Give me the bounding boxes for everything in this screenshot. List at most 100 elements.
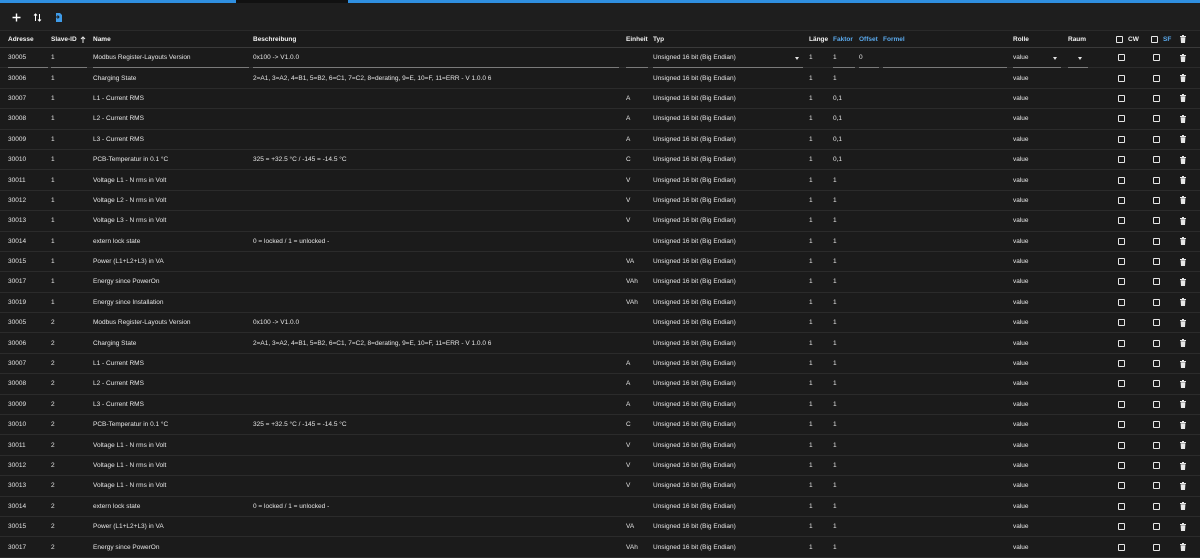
name-cell[interactable]: PCB-Temperatur in 0.1 °C xyxy=(93,415,249,434)
delete-row-button[interactable] xyxy=(1178,374,1188,393)
unit-cell[interactable]: V xyxy=(626,211,648,230)
description-cell[interactable] xyxy=(253,476,619,495)
name-cell[interactable]: Power (L1+L2+L3) in VA xyxy=(93,252,249,271)
delete-row-button[interactable] xyxy=(1178,476,1188,495)
offset-cell[interactable] xyxy=(859,68,879,87)
role-select[interactable]: value xyxy=(1013,456,1061,475)
length-cell[interactable]: 1 xyxy=(809,374,829,393)
address-cell[interactable]: 30019 xyxy=(8,293,48,312)
offset-cell[interactable] xyxy=(859,435,879,454)
description-cell[interactable] xyxy=(253,109,619,128)
name-cell[interactable]: Modbus Register-Layouts Version xyxy=(93,48,249,69)
description-cell[interactable] xyxy=(253,252,619,271)
sf-checkbox[interactable] xyxy=(1152,74,1160,82)
room-select[interactable] xyxy=(1068,374,1088,393)
room-select[interactable] xyxy=(1068,252,1088,271)
col-rolle[interactable]: Rolle xyxy=(1013,31,1061,47)
unit-cell[interactable] xyxy=(626,333,648,352)
type-select[interactable]: Unsigned 16 bit (Big Endian) xyxy=(653,211,803,230)
room-select[interactable] xyxy=(1068,395,1088,414)
description-cell[interactable] xyxy=(253,537,619,556)
length-cell[interactable]: 1 xyxy=(809,191,829,210)
role-select[interactable]: value xyxy=(1013,537,1061,556)
formula-cell[interactable] xyxy=(883,232,1007,251)
formula-cell[interactable] xyxy=(883,272,1007,291)
slave-id-cell[interactable]: 2 xyxy=(51,435,87,454)
name-cell[interactable]: L2 - Current RMS xyxy=(93,374,249,393)
name-cell[interactable]: Energy since PowerOn xyxy=(93,537,249,556)
delete-row-button[interactable] xyxy=(1178,68,1188,87)
name-cell[interactable]: L1 - Current RMS xyxy=(93,354,249,373)
description-cell[interactable] xyxy=(253,374,619,393)
description-cell[interactable]: 0 = locked / 1 = unlocked - xyxy=(253,497,619,516)
cw-checkbox[interactable] xyxy=(1117,156,1125,164)
length-cell[interactable]: 1 xyxy=(809,170,829,189)
room-select[interactable] xyxy=(1068,130,1088,149)
factor-cell[interactable]: 1 xyxy=(833,272,855,291)
name-cell[interactable]: Charging State xyxy=(93,333,249,352)
role-select[interactable]: value xyxy=(1013,272,1061,291)
col-raum[interactable]: Raum xyxy=(1068,31,1088,47)
slave-id-cell[interactable]: 1 xyxy=(51,272,87,291)
type-select[interactable]: Unsigned 16 bit (Big Endian) xyxy=(653,170,803,189)
type-select[interactable]: Unsigned 16 bit (Big Endian) xyxy=(653,109,803,128)
name-cell[interactable]: L3 - Current RMS xyxy=(93,395,249,414)
sf-checkbox[interactable] xyxy=(1152,360,1160,368)
sf-checkbox[interactable] xyxy=(1152,94,1160,102)
select-all-sf-checkbox[interactable] xyxy=(1151,35,1158,43)
sf-checkbox[interactable] xyxy=(1152,115,1160,123)
sf-checkbox[interactable] xyxy=(1152,237,1160,245)
add-row-button[interactable] xyxy=(9,10,23,24)
length-cell[interactable]: 1 xyxy=(809,456,829,475)
sf-checkbox[interactable] xyxy=(1152,400,1160,408)
type-select[interactable]: Unsigned 16 bit (Big Endian) xyxy=(653,435,803,454)
role-select[interactable]: value xyxy=(1013,293,1061,312)
length-cell[interactable]: 1 xyxy=(809,272,829,291)
description-cell[interactable] xyxy=(253,272,619,291)
offset-cell[interactable] xyxy=(859,497,879,516)
room-select[interactable] xyxy=(1068,211,1088,230)
length-cell[interactable]: 1 xyxy=(809,232,829,251)
sf-checkbox[interactable] xyxy=(1152,176,1160,184)
formula-cell[interactable] xyxy=(883,537,1007,556)
sf-checkbox[interactable] xyxy=(1152,421,1160,429)
factor-cell[interactable]: 0,1 xyxy=(833,130,855,149)
length-cell[interactable]: 1 xyxy=(809,48,829,67)
cw-checkbox[interactable] xyxy=(1117,258,1125,266)
col-cw[interactable]: CW xyxy=(1116,31,1144,47)
formula-cell[interactable] xyxy=(883,48,1007,69)
length-cell[interactable]: 1 xyxy=(809,497,829,516)
slave-id-cell[interactable]: 1 xyxy=(51,191,87,210)
role-select[interactable]: value xyxy=(1013,68,1061,87)
cw-checkbox[interactable] xyxy=(1117,278,1125,286)
room-select[interactable] xyxy=(1068,89,1088,108)
offset-cell[interactable] xyxy=(859,415,879,434)
formula-cell[interactable] xyxy=(883,293,1007,312)
room-select[interactable] xyxy=(1068,333,1088,352)
length-cell[interactable]: 1 xyxy=(809,252,829,271)
unit-cell[interactable]: VAh xyxy=(626,537,648,556)
slave-id-cell[interactable]: 1 xyxy=(51,232,87,251)
formula-cell[interactable] xyxy=(883,456,1007,475)
offset-cell[interactable] xyxy=(859,293,879,312)
cw-checkbox[interactable] xyxy=(1117,502,1125,510)
sort-button[interactable] xyxy=(30,10,44,24)
offset-cell[interactable] xyxy=(859,374,879,393)
length-cell[interactable]: 1 xyxy=(809,354,829,373)
factor-cell[interactable]: 1 xyxy=(833,333,855,352)
description-cell[interactable]: 325 = +32.5 °C / -145 = -14.5 °C xyxy=(253,415,619,434)
length-cell[interactable]: 1 xyxy=(809,89,829,108)
name-cell[interactable]: L3 - Current RMS xyxy=(93,130,249,149)
address-cell[interactable]: 30017 xyxy=(8,537,48,556)
role-select[interactable]: value xyxy=(1013,232,1061,251)
description-cell[interactable]: 325 = +32.5 °C / -145 = -14.5 °C xyxy=(253,150,619,169)
address-cell[interactable]: 30011 xyxy=(8,435,48,454)
delete-row-button[interactable] xyxy=(1178,497,1188,516)
role-select[interactable]: value xyxy=(1013,48,1061,69)
type-select[interactable]: Unsigned 16 bit (Big Endian) xyxy=(653,456,803,475)
description-cell[interactable]: 2=A1, 3=A2, 4=B1, 5=B2, 6=C1, 7=C2, 8=de… xyxy=(253,68,619,87)
room-select[interactable] xyxy=(1068,68,1088,87)
cw-checkbox[interactable] xyxy=(1117,339,1125,347)
address-cell[interactable]: 30014 xyxy=(8,497,48,516)
name-cell[interactable]: extern lock state xyxy=(93,232,249,251)
